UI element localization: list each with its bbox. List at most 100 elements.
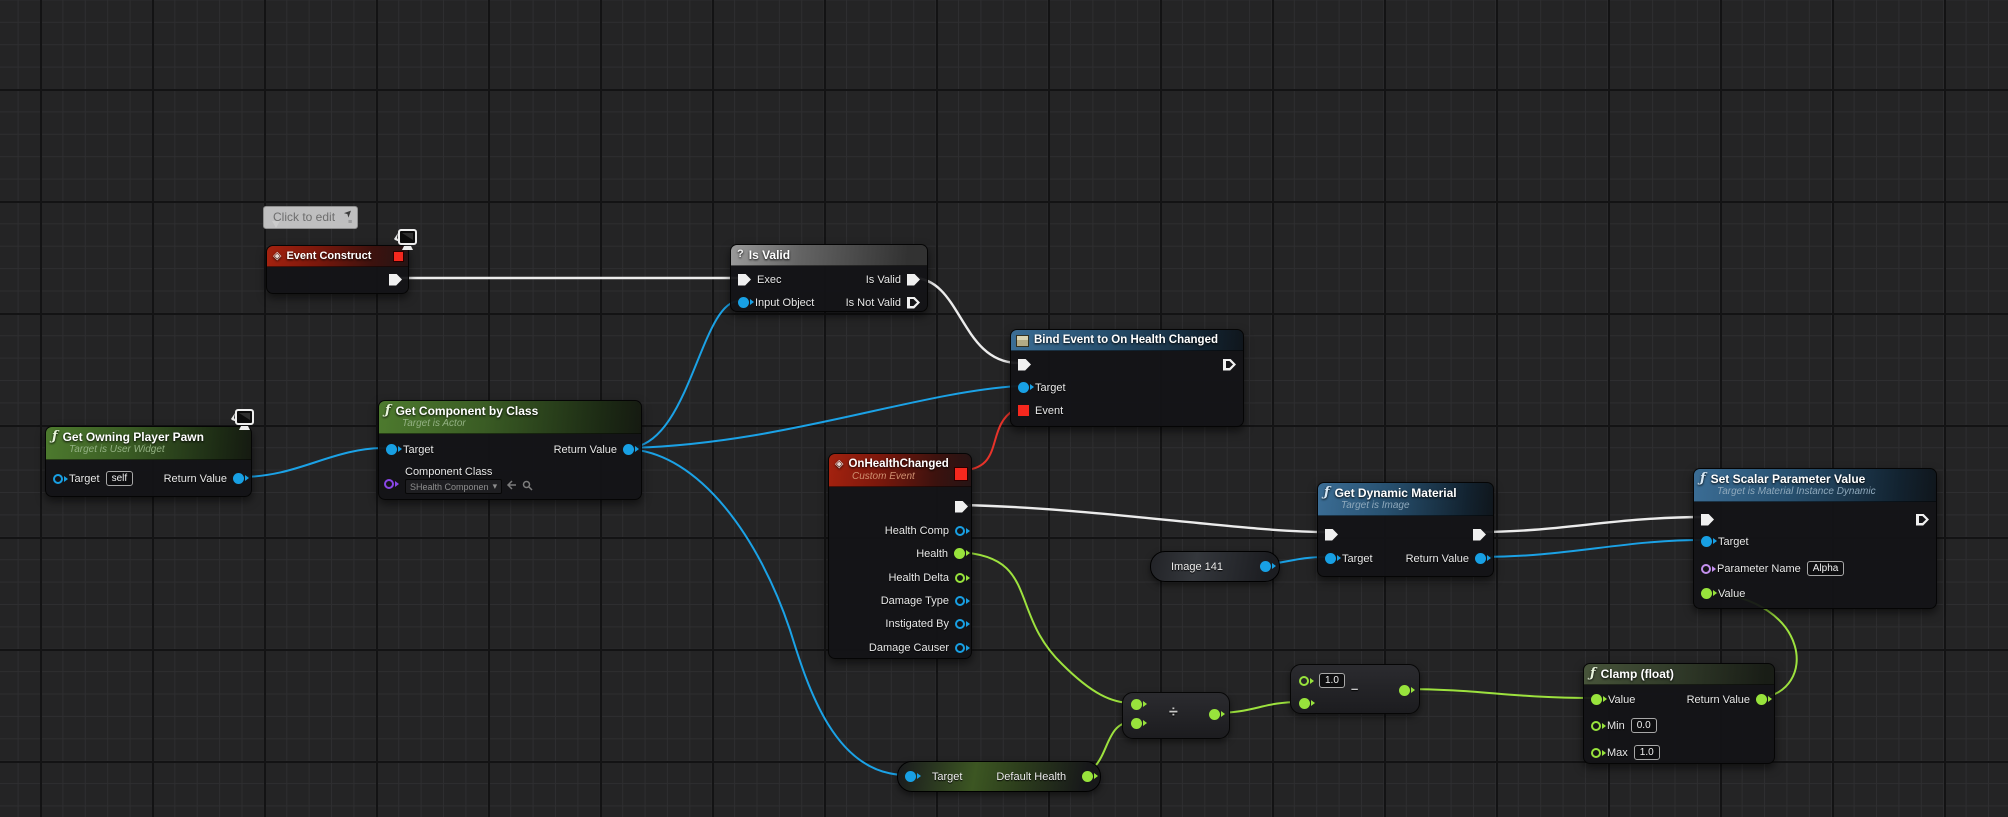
pin-health[interactable]: Health — [916, 546, 970, 561]
pin-output[interactable] — [1081, 771, 1098, 782]
subtract-icon: – — [1351, 681, 1359, 696]
min-value-box[interactable]: 0.0 — [1630, 718, 1657, 733]
debug-monitor-icon — [227, 408, 255, 439]
pin-return-value[interactable]: Return Value — [1406, 551, 1491, 566]
node-on-health-changed[interactable]: ◈ OnHealthChanged Custom Event Health Co… — [828, 453, 972, 659]
wire-obj-pawn-target — [239, 447, 387, 478]
pin-target[interactable]: Target — [1018, 380, 1066, 395]
pin-dividend[interactable] — [1131, 699, 1147, 710]
comment-grip-icon: ≡ — [347, 219, 353, 226]
pin-result[interactable] — [1209, 709, 1225, 720]
node-title: Get Owning Player Pawn — [62, 430, 204, 444]
pin-min[interactable]: Min 0.0 — [1591, 718, 1657, 733]
pin-target[interactable]: Target — [1701, 534, 1749, 549]
wire-flt-subtract-clamp — [1403, 688, 1593, 699]
node-title: Bind Event to On Health Changed — [1034, 334, 1219, 346]
node-header: ƒ Get Component by Class Target is Actor — [379, 401, 641, 434]
node-header: ƒ Clamp (float) — [1584, 664, 1774, 685]
exec-in-pin[interactable] — [1018, 357, 1031, 372]
blueprint-graph-canvas[interactable]: Click to edit ➤ ≡ ◈ Event Construct ? Is… — [0, 0, 2008, 817]
exec-out-pin[interactable] — [389, 272, 402, 287]
node-header: ◈ OnHealthChanged Custom Event — [829, 454, 971, 487]
event-icon: ◈ — [835, 458, 844, 470]
node-clamp-float[interactable]: ƒ Clamp (float) Value Return Value Min 0.… — [1583, 663, 1775, 764]
node-title: OnHealthChanged — [848, 458, 949, 470]
pin-damage-causer[interactable]: Damage Causer — [869, 640, 970, 655]
delegate-pin[interactable] — [954, 467, 968, 481]
node-get-owning-player-pawn[interactable]: ƒ Get Owning Player Pawn Target is User … — [45, 426, 252, 497]
pin-target[interactable]: Target — [386, 442, 434, 457]
pin-max[interactable]: Max 1.0 — [1591, 745, 1660, 760]
minuend-value-box[interactable]: 1.0 — [1319, 673, 1345, 688]
pin-return-value[interactable]: Return Value — [164, 471, 249, 486]
node-divide[interactable]: ÷ — [1122, 692, 1230, 739]
pin-parameter-name[interactable]: Parameter Name Alpha — [1701, 561, 1845, 576]
node-title: Get Component by Class — [395, 404, 539, 418]
pin-output[interactable] — [1260, 561, 1276, 572]
exec-out-is-valid[interactable]: Is Valid — [866, 272, 920, 287]
exec-out-pin[interactable] — [1916, 512, 1929, 527]
exec-out-is-not-valid[interactable]: Is Not Valid — [846, 295, 920, 310]
event-icon: ◈ — [273, 250, 282, 262]
pin-event-delegate[interactable]: Event — [1018, 403, 1063, 418]
node-event-construct[interactable]: ◈ Event Construct — [266, 245, 409, 294]
node-set-scalar-parameter-value[interactable]: ƒ Set Scalar Parameter Value Target is M… — [1693, 468, 1937, 609]
node-get-default-health[interactable]: Target Default Health — [897, 761, 1101, 792]
node-bind-event[interactable]: Bind Event to On Health Changed Target E… — [1010, 329, 1244, 427]
function-icon: ƒ — [1324, 485, 1330, 500]
pin-subtrahend[interactable] — [1299, 698, 1315, 709]
debug-monitor-icon — [390, 228, 418, 259]
node-subtitle: Custom Event — [852, 471, 915, 482]
node-header: ◈ Event Construct — [267, 246, 408, 267]
node-title: Is Valid — [748, 248, 791, 262]
pin-return-value[interactable]: Return Value — [554, 442, 639, 457]
exec-out-pin[interactable] — [955, 499, 968, 514]
node-is-valid[interactable]: ? Is Valid Exec Input Object Is Valid Is… — [730, 244, 928, 312]
exec-in-pin[interactable] — [1325, 527, 1338, 542]
node-get-component-by-class[interactable]: ƒ Get Component by Class Target is Actor… — [378, 400, 642, 500]
pin-damage-type[interactable]: Damage Type — [881, 593, 970, 608]
pin-instigated-by[interactable]: Instigated By — [885, 616, 970, 631]
function-icon: ƒ — [1700, 471, 1706, 486]
exec-in-pin[interactable] — [1701, 512, 1714, 527]
pin-return-value[interactable]: Return Value — [1687, 692, 1772, 707]
question-icon: ? — [737, 248, 744, 260]
pin-target[interactable]: Target — [1325, 551, 1373, 566]
component-class-row: SHealth Componen ▾ — [405, 479, 533, 494]
browse-asset-icon[interactable] — [522, 480, 533, 494]
exec-out-pin[interactable] — [1223, 357, 1236, 372]
pin-target[interactable] — [905, 771, 921, 782]
pin-result[interactable] — [1399, 685, 1415, 696]
pin-divisor[interactable] — [1131, 718, 1147, 729]
pin-value[interactable]: Value — [1701, 586, 1745, 601]
pin-health-delta[interactable]: Health Delta — [888, 570, 970, 585]
component-class-label: Component Class — [405, 465, 493, 478]
exec-out-pin[interactable] — [1473, 527, 1486, 542]
pin-minuend[interactable] — [1299, 676, 1314, 686]
wire-delegate-onhealth-bindevent — [965, 409, 1015, 471]
exec-in-pin[interactable]: Exec — [738, 272, 781, 287]
node-subtract[interactable]: 1.0 – — [1290, 664, 1420, 714]
pin-health-comp[interactable]: Health Comp — [885, 523, 970, 538]
node-subtitle: Target is Image — [1341, 500, 1410, 511]
node-subtitle: Target is Actor — [402, 418, 466, 429]
pin-target[interactable]: Target self — [53, 471, 134, 486]
pin-component-class[interactable] — [384, 476, 399, 491]
target-value-box[interactable]: self — [105, 471, 134, 486]
bind-event-icon — [1016, 334, 1029, 352]
node-header: ƒ Set Scalar Parameter Value Target is M… — [1694, 469, 1936, 502]
node-comment-bubble[interactable]: Click to edit ➤ ≡ — [263, 206, 359, 229]
default-health-label: Default Health — [996, 770, 1067, 783]
wire-obj-getdynmat-setscalar — [1478, 539, 1705, 558]
pin-value[interactable]: Value — [1591, 692, 1635, 707]
pin-input-object[interactable]: Input Object — [738, 295, 814, 310]
wire-exec-onhealth-getdynmat — [961, 503, 1329, 534]
node-title: Get Dynamic Material — [1334, 486, 1457, 500]
use-asset-icon[interactable] — [506, 480, 518, 493]
node-subtitle: Target is Material Instance Dynamic — [1717, 486, 1876, 497]
component-class-dropdown[interactable]: SHealth Componen ▾ — [405, 479, 503, 494]
node-image-141-variable[interactable]: Image 141 — [1150, 551, 1280, 582]
parameter-name-value-box[interactable]: Alpha — [1806, 561, 1845, 576]
node-get-dynamic-material[interactable]: ƒ Get Dynamic Material Target is Image T… — [1317, 482, 1494, 577]
max-value-box[interactable]: 1.0 — [1633, 745, 1660, 760]
